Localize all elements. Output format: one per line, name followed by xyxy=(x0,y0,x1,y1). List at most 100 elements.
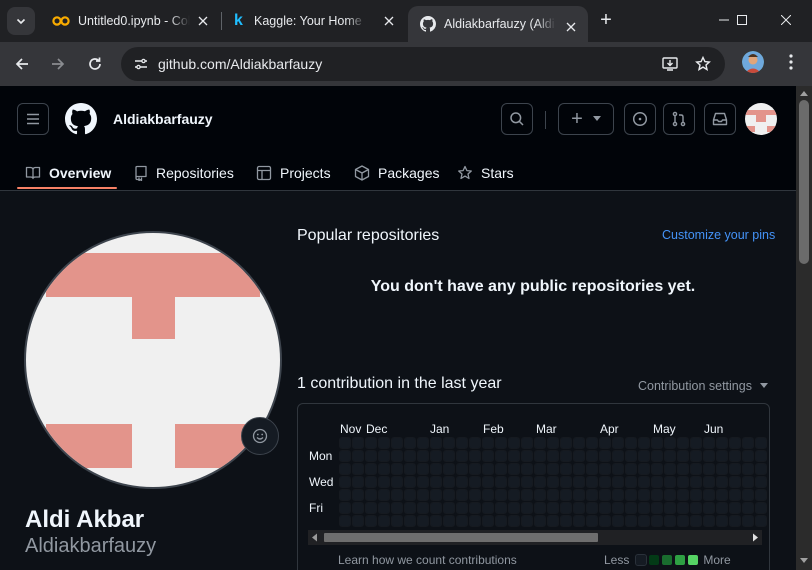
contribution-cell[interactable] xyxy=(599,515,611,527)
contribution-cell[interactable] xyxy=(365,463,377,475)
contribution-cell[interactable] xyxy=(456,450,468,462)
contribution-cell[interactable] xyxy=(469,502,481,514)
contribution-cell[interactable] xyxy=(677,502,689,514)
contribution-cell[interactable] xyxy=(456,502,468,514)
contribution-cell[interactable] xyxy=(755,463,767,475)
contribution-cell[interactable] xyxy=(690,502,702,514)
contribution-cell[interactable] xyxy=(443,489,455,501)
contribution-cell[interactable] xyxy=(508,515,520,527)
contribution-cell[interactable] xyxy=(716,489,728,501)
reload-button[interactable] xyxy=(81,50,109,78)
contribution-cell[interactable] xyxy=(599,502,611,514)
contribution-cell[interactable] xyxy=(612,450,624,462)
contribution-cell[interactable] xyxy=(729,489,741,501)
contribution-cell[interactable] xyxy=(339,489,351,501)
contribution-cell[interactable] xyxy=(599,489,611,501)
contribution-cell[interactable] xyxy=(339,437,351,449)
set-status-button[interactable] xyxy=(241,417,279,455)
contribution-cell[interactable] xyxy=(664,476,676,488)
browser-profile-avatar[interactable] xyxy=(742,51,764,73)
contribution-cell[interactable] xyxy=(352,437,364,449)
contribution-cell[interactable] xyxy=(339,515,351,527)
contribution-cell[interactable] xyxy=(573,515,585,527)
contribution-cell[interactable] xyxy=(391,476,403,488)
contribution-cell[interactable] xyxy=(443,463,455,475)
contribution-cell[interactable] xyxy=(560,437,572,449)
contribution-cell[interactable] xyxy=(612,515,624,527)
contribution-cell[interactable] xyxy=(521,450,533,462)
contribution-cell[interactable] xyxy=(495,489,507,501)
contribution-cell[interactable] xyxy=(547,515,559,527)
contribution-cell[interactable] xyxy=(651,489,663,501)
contribution-cell[interactable] xyxy=(404,437,416,449)
forward-button[interactable] xyxy=(44,50,72,78)
site-info-button[interactable] xyxy=(131,54,151,74)
contribution-cell[interactable] xyxy=(625,515,637,527)
contribution-cell[interactable] xyxy=(742,450,754,462)
customize-pins-link[interactable]: Customize your pins xyxy=(662,228,775,242)
contribution-cell[interactable] xyxy=(703,437,715,449)
close-window-button[interactable] xyxy=(768,0,804,40)
close-icon[interactable] xyxy=(564,20,578,34)
contribution-cell[interactable] xyxy=(690,489,702,501)
contribution-cell[interactable] xyxy=(560,489,572,501)
contribution-cell[interactable] xyxy=(755,437,767,449)
contribution-cell[interactable] xyxy=(404,515,416,527)
contribution-cell[interactable] xyxy=(742,476,754,488)
contribution-cell[interactable] xyxy=(430,476,442,488)
contribution-cell[interactable] xyxy=(534,489,546,501)
contribution-cell[interactable] xyxy=(560,515,572,527)
contribution-cell[interactable] xyxy=(755,450,767,462)
contribution-cell[interactable] xyxy=(677,437,689,449)
contribution-cell[interactable] xyxy=(482,502,494,514)
contribution-cell[interactable] xyxy=(482,450,494,462)
contribution-cell[interactable] xyxy=(495,463,507,475)
contribution-cell[interactable] xyxy=(508,463,520,475)
close-icon[interactable] xyxy=(382,14,396,28)
contribution-cell[interactable] xyxy=(469,450,481,462)
contribution-cell[interactable] xyxy=(625,437,637,449)
contribution-cell[interactable] xyxy=(703,450,715,462)
contribution-cell[interactable] xyxy=(469,476,481,488)
contribution-cell[interactable] xyxy=(573,489,585,501)
tab-stars[interactable]: Stars xyxy=(457,156,514,190)
contribution-cell[interactable] xyxy=(365,450,377,462)
tab-overview[interactable]: Overview xyxy=(25,156,111,190)
contribution-cell[interactable] xyxy=(508,502,520,514)
scrollbar-thumb[interactable] xyxy=(799,100,809,264)
contribution-cell[interactable] xyxy=(599,450,611,462)
contribution-cell[interactable] xyxy=(430,502,442,514)
contribution-cell[interactable] xyxy=(456,515,468,527)
contribution-cell[interactable] xyxy=(391,502,403,514)
pull-requests-button[interactable] xyxy=(663,103,695,135)
close-icon[interactable] xyxy=(196,14,210,28)
contribution-cell[interactable] xyxy=(755,476,767,488)
contribution-cell[interactable] xyxy=(521,489,533,501)
contribution-cell[interactable] xyxy=(677,450,689,462)
contribution-cell[interactable] xyxy=(391,437,403,449)
address-bar[interactable]: github.com/Aldiakbarfauzy xyxy=(121,47,725,81)
contribution-cell[interactable] xyxy=(625,450,637,462)
contribution-cell[interactable] xyxy=(703,515,715,527)
contribution-cell[interactable] xyxy=(755,502,767,514)
contribution-cell[interactable] xyxy=(573,450,585,462)
contribution-cell[interactable] xyxy=(690,437,702,449)
contribution-cell[interactable] xyxy=(703,476,715,488)
contribution-cell[interactable] xyxy=(391,463,403,475)
contribution-settings-dropdown[interactable]: Contribution settings xyxy=(638,379,768,393)
contribution-cell[interactable] xyxy=(638,450,650,462)
contribution-cell[interactable] xyxy=(664,489,676,501)
tab-kaggle[interactable]: k Kaggle: Your Home for Data Science xyxy=(222,0,406,42)
contribution-cell[interactable] xyxy=(677,515,689,527)
contribution-cell[interactable] xyxy=(716,515,728,527)
contribution-cell[interactable] xyxy=(573,463,585,475)
contribution-cell[interactable] xyxy=(742,489,754,501)
contribution-cell[interactable] xyxy=(469,489,481,501)
contribution-cell[interactable] xyxy=(508,450,520,462)
header-avatar[interactable] xyxy=(745,103,777,135)
contribution-cell[interactable] xyxy=(534,463,546,475)
contribution-cell[interactable] xyxy=(443,476,455,488)
contribution-cell[interactable] xyxy=(651,502,663,514)
contribution-cell[interactable] xyxy=(625,502,637,514)
contribution-cell[interactable] xyxy=(352,476,364,488)
